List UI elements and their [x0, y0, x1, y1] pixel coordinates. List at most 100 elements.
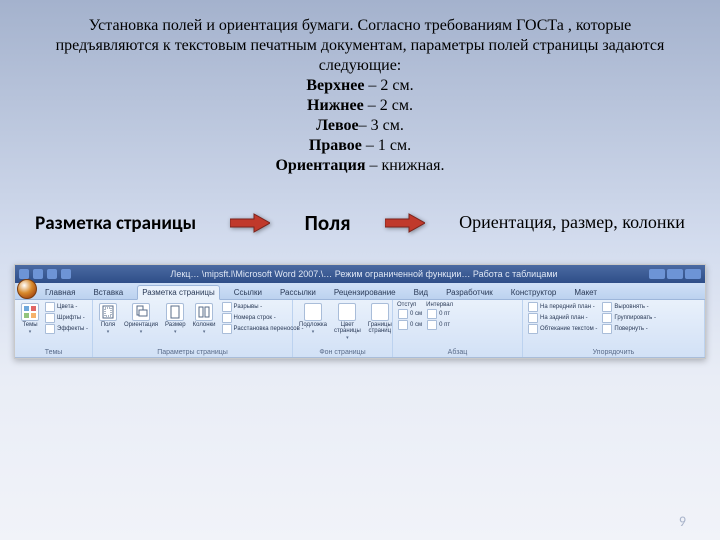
ribbon-group-arrange: На передний план - На задний план - Обте… — [523, 300, 705, 357]
word-ribbon-window: Лекц… \mipsft.l\Microsoft Word 2007.\… Р… — [14, 264, 706, 359]
qat-print-icon[interactable] — [61, 269, 71, 279]
group-name-page-bg: Фон страницы — [297, 348, 388, 356]
group-label: Группировать - — [614, 315, 656, 321]
page-color-button[interactable]: Цвет страницы▾ — [332, 302, 363, 342]
fonts-icon — [45, 313, 55, 323]
send-back-label: На задний план - — [540, 315, 588, 321]
group-icon — [602, 313, 612, 323]
rotate-icon — [602, 324, 612, 334]
close-button[interactable] — [685, 269, 701, 279]
text-wrap-icon — [528, 324, 538, 334]
margin-top-value: – 2 см. — [364, 77, 413, 94]
effects-button[interactable]: Эффекты - — [44, 324, 89, 334]
minimize-button[interactable] — [649, 269, 665, 279]
orientation-label: Ориентация — [124, 322, 158, 328]
size-button[interactable]: Размер▾ — [163, 302, 188, 336]
hyphenation-button[interactable]: Расстановка переносов - — [221, 324, 305, 334]
tab-view[interactable]: Вид — [410, 286, 432, 299]
group-button[interactable]: Группировать - — [601, 313, 657, 323]
qat-save-icon[interactable] — [19, 269, 29, 279]
align-button[interactable]: Выровнять - — [601, 302, 657, 312]
send-back-button[interactable]: На задний план - — [527, 313, 598, 323]
margin-left-value: – 3 см. — [359, 117, 404, 134]
spacing-after-field[interactable]: 0 пт — [426, 320, 453, 330]
tab-page-layout[interactable]: Разметка страницы — [137, 285, 220, 300]
indent-left-icon — [398, 309, 408, 319]
margin-right-label: Правое — [309, 137, 362, 154]
titlebar: Лекц… \mipsft.l\Microsoft Word 2007.\… Р… — [15, 265, 705, 283]
indent-right-value: 0 см — [410, 322, 422, 328]
send-back-icon — [528, 313, 538, 323]
tab-table-layout[interactable]: Макет — [570, 286, 601, 299]
maximize-button[interactable] — [667, 269, 683, 279]
breaks-icon — [222, 302, 232, 312]
tab-home[interactable]: Главная — [41, 286, 79, 299]
rotate-button[interactable]: Повернуть - — [601, 324, 657, 334]
page-borders-button[interactable]: Границы страниц — [366, 302, 394, 335]
spacing-after-icon — [427, 320, 437, 330]
bring-front-button[interactable]: На передний план - — [527, 302, 598, 312]
window-title: Лекц… \mipsft.l\Microsoft Word 2007.\… Р… — [79, 269, 649, 279]
themes-label: Темы — [22, 322, 37, 328]
bring-front-icon — [528, 302, 538, 312]
ribbon-tabs: Главная Вставка Разметка страницы Ссылки… — [15, 283, 705, 300]
tab-developer[interactable]: Разработчик — [442, 286, 497, 299]
breaks-button[interactable]: Разрывы - — [221, 302, 305, 312]
watermark-label: Подложка — [299, 322, 327, 328]
page-color-label: Цвет страницы — [334, 322, 361, 334]
flow-step-3: Ориентация, размер, колонки — [459, 213, 685, 233]
align-icon — [602, 302, 612, 312]
margins-icon — [99, 303, 117, 321]
qat-undo-icon[interactable] — [33, 269, 43, 279]
margins-label: Поля — [101, 322, 115, 328]
watermark-icon — [304, 303, 322, 321]
orientation-value: – книжная. — [366, 157, 445, 174]
indent-right-field[interactable]: 0 см — [397, 320, 423, 330]
fonts-button[interactable]: Шрифты - — [44, 313, 89, 323]
office-button-icon[interactable] — [17, 279, 37, 299]
line-numbers-icon — [222, 313, 232, 323]
effects-icon — [45, 324, 55, 334]
page-size-icon — [166, 303, 184, 321]
group-name-themes: Темы — [19, 348, 88, 356]
text-wrap-button[interactable]: Обтекание текстом - — [527, 324, 598, 334]
chevron-down-icon: ▾ — [140, 329, 143, 335]
indent-left-field[interactable]: 0 см — [397, 309, 423, 319]
margins-button[interactable]: Поля▾ — [97, 302, 119, 336]
breaks-label: Разрывы - — [234, 304, 263, 310]
chevron-down-icon: ▾ — [174, 329, 177, 335]
fonts-label: Шрифты - — [57, 315, 85, 321]
size-label: Размер — [165, 322, 186, 328]
colors-button[interactable]: Цвета - — [44, 302, 89, 312]
tab-references[interactable]: Ссылки — [230, 286, 266, 299]
tab-review[interactable]: Рецензирование — [330, 286, 400, 299]
themes-button[interactable]: Темы ▾ — [19, 302, 41, 336]
margin-bottom-label: Нижнее — [307, 97, 364, 114]
tab-mailings[interactable]: Рассылки — [276, 286, 320, 299]
columns-button[interactable]: Колонки▾ — [191, 302, 218, 336]
flow-step-1: Разметка страницы — [35, 212, 196, 235]
spacing-after-value: 0 пт — [439, 322, 450, 328]
ribbon-group-paragraph: Отступ 0 см 0 см Интервал 0 пт 0 пт Абза… — [393, 300, 523, 357]
chevron-down-icon: ▾ — [29, 329, 32, 335]
tab-insert[interactable]: Вставка — [89, 286, 127, 299]
body-paragraph: Установка полей и ориентация бумаги. Сог… — [56, 17, 665, 74]
quick-access-toolbar[interactable] — [19, 269, 71, 279]
ribbon-group-page-setup: Поля▾ Ориентация▾ Размер▾ Колонки▾ Разры… — [93, 300, 293, 357]
tab-table-design[interactable]: Конструктор — [507, 286, 561, 299]
spacing-before-field[interactable]: 0 пт — [426, 309, 453, 319]
orientation-button[interactable]: Ориентация▾ — [122, 302, 160, 336]
navigation-flow: Разметка страницы Поля Ориентация, разме… — [0, 186, 720, 254]
margin-bottom-value: – 2 см. — [364, 97, 413, 114]
slide-body: Установка полей и ориентация бумаги. Сог… — [0, 0, 720, 186]
line-numbers-button[interactable]: Номера строк - — [221, 313, 305, 323]
watermark-button[interactable]: Подложка▾ — [297, 302, 329, 336]
chevron-down-icon: ▾ — [107, 329, 110, 335]
text-wrap-label: Обтекание текстом - — [540, 326, 597, 332]
columns-label: Колонки — [193, 322, 216, 328]
qat-redo-icon[interactable] — [47, 269, 57, 279]
group-name-arrange: Упорядочить — [527, 348, 700, 356]
indent-left-value: 0 см — [410, 311, 422, 317]
margin-right-value: – 1 см. — [362, 137, 411, 154]
window-buttons — [649, 269, 701, 279]
